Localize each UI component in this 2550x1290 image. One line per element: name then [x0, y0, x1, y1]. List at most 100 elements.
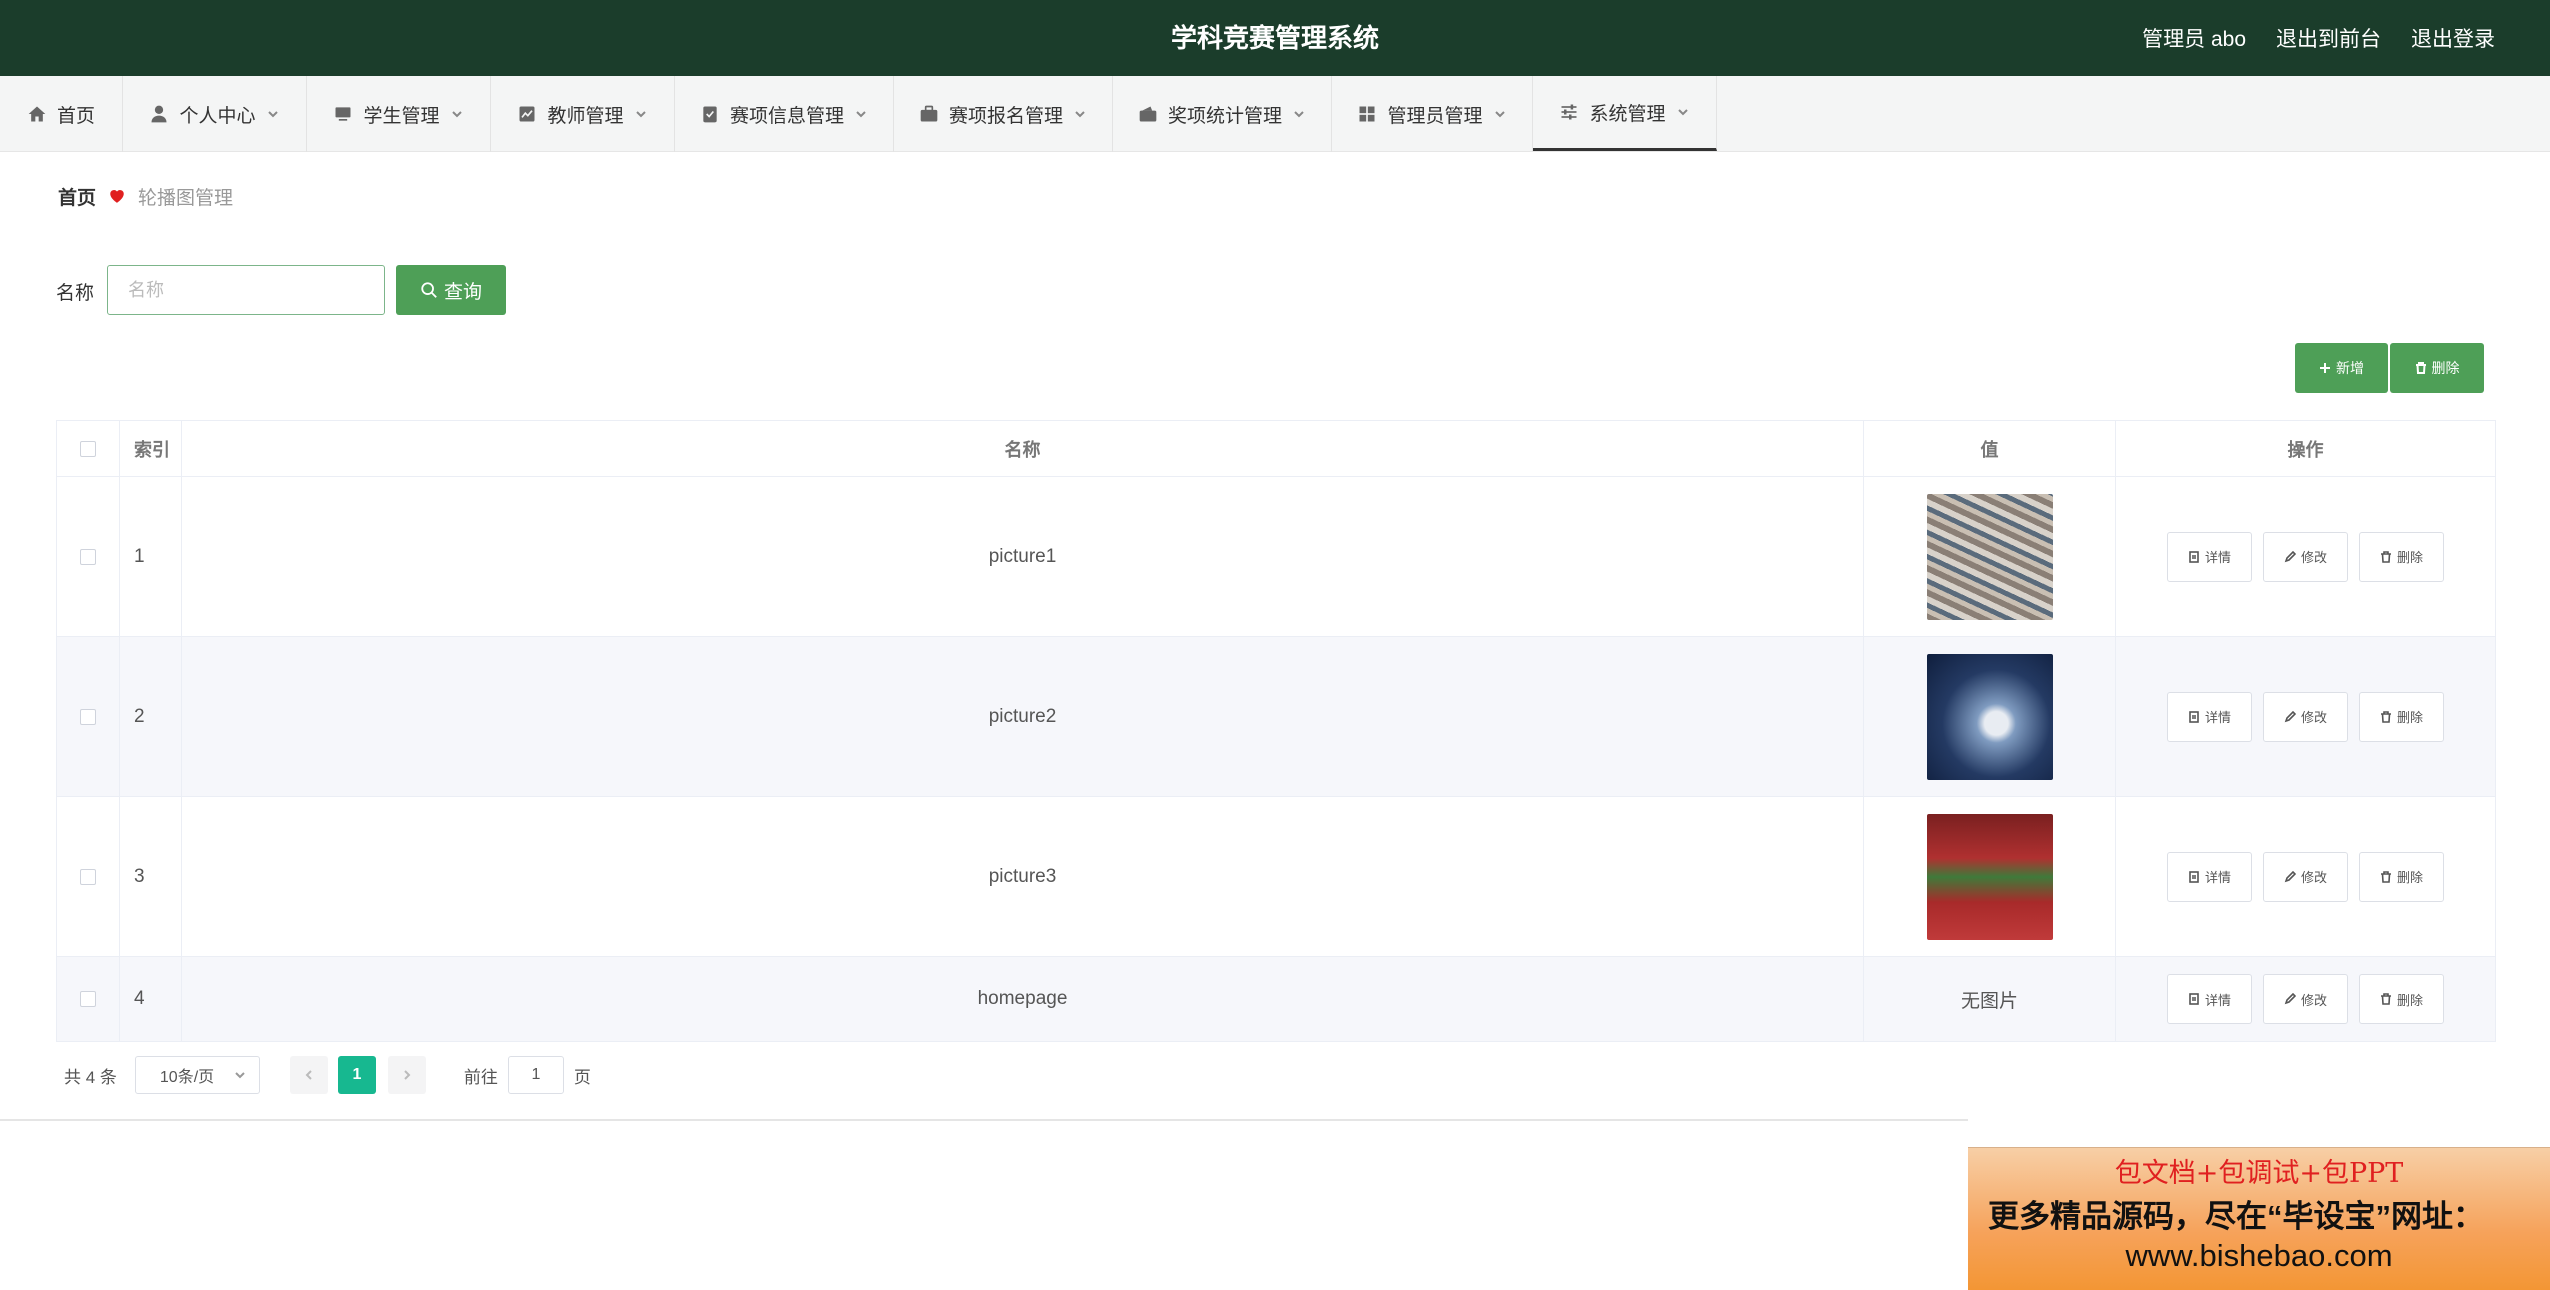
row-index: 2 — [120, 637, 182, 796]
home-icon — [28, 106, 46, 122]
document-icon — [2189, 550, 2199, 563]
select-all-checkbox[interactable] — [80, 440, 96, 457]
column-header-actions: 操作 — [2287, 439, 2324, 460]
search-input[interactable] — [107, 265, 385, 315]
nav-item-home[interactable]: 首页 — [0, 76, 123, 152]
user-icon — [151, 105, 167, 123]
detail-button[interactable]: 详情 — [2167, 691, 2252, 742]
chevron-down-icon — [451, 111, 462, 118]
edit-icon — [2284, 993, 2296, 1005]
row-checkbox[interactable] — [80, 868, 96, 885]
trash-icon — [2380, 710, 2391, 723]
edit-icon — [2284, 710, 2296, 722]
detail-button[interactable]: 详情 — [2167, 851, 2252, 902]
trash-icon — [2380, 993, 2391, 1005]
breadcrumb: 首页 轮播图管理 — [30, 165, 2520, 227]
chevron-down-icon — [1294, 111, 1304, 118]
carousel-thumbnail — [1926, 653, 2053, 780]
trash-icon — [2380, 550, 2391, 563]
chevron-down-icon — [1494, 111, 1505, 118]
current-user: 管理员 abo — [2142, 28, 2246, 51]
row-checkbox[interactable] — [80, 708, 96, 725]
table-row: 1 picture1 详情 修改 删除 — [57, 477, 2495, 637]
nav-item-admin-management[interactable]: 管理员管理 — [1332, 76, 1533, 152]
no-image-text: 无图片 — [1864, 957, 2116, 1041]
row-name: picture1 — [182, 477, 1864, 636]
nav-item-competition-registration[interactable]: 赛项报名管理 — [894, 76, 1113, 152]
chevron-down-icon — [1677, 109, 1688, 116]
content-bottom-divider — [0, 1119, 1968, 1121]
prev-page-button[interactable] — [289, 1056, 328, 1094]
page-suffix: 页 — [573, 1067, 591, 1087]
briefcase-icon — [920, 105, 938, 122]
delete-button[interactable]: 删除 — [2359, 851, 2444, 902]
query-button[interactable]: 查询 — [396, 265, 506, 315]
delete-button[interactable]: 删除 — [2359, 691, 2444, 742]
delete-button[interactable]: 删除 — [2359, 974, 2444, 1024]
clipboard-icon — [703, 106, 717, 123]
chevron-left-icon — [305, 1070, 312, 1080]
table-row: 3 picture3 详情 修改 删除 — [57, 797, 2495, 957]
search-icon — [421, 282, 437, 298]
row-index: 4 — [120, 957, 182, 1041]
trash-icon — [2380, 870, 2391, 883]
table-row: 4 homepage 无图片 详情 修改 删除 — [57, 957, 2495, 1041]
main-nav: 首页 个人中心 学生管理 教师管理 赛项信息管理 赛项报名管理 奖项统计管理 管… — [0, 76, 2550, 152]
column-header-value: 值 — [1864, 421, 2116, 476]
trash-icon — [2415, 362, 2426, 374]
chevron-down-icon — [856, 111, 866, 118]
edit-button[interactable]: 修改 — [2263, 974, 2348, 1024]
breadcrumb-current: 轮播图管理 — [138, 187, 234, 209]
table-row: 2 picture2 详情 修改 删除 — [57, 637, 2495, 797]
edit-button[interactable]: 修改 — [2263, 531, 2348, 582]
next-page-button[interactable] — [387, 1056, 426, 1094]
plus-icon — [2320, 363, 2330, 373]
nav-item-system-management[interactable]: 系统管理 — [1533, 76, 1717, 151]
chart-icon — [519, 106, 535, 122]
page-size-select[interactable]: 10条/页 — [134, 1056, 260, 1094]
edit-button[interactable]: 修改 — [2263, 691, 2348, 742]
delete-button[interactable]: 删除 — [2359, 531, 2444, 582]
logout-link[interactable]: 退出登录 — [2411, 23, 2495, 53]
carousel-thumbnail — [1926, 813, 2053, 940]
heart-icon — [110, 190, 124, 203]
chevron-down-icon — [1075, 111, 1085, 118]
nav-item-teacher-management[interactable]: 教师管理 — [491, 76, 675, 152]
row-index: 1 — [120, 477, 182, 636]
goto-page-input[interactable]: 1 — [507, 1056, 564, 1094]
edit-button[interactable]: 修改 — [2263, 851, 2348, 902]
add-button[interactable]: 新增 — [2295, 343, 2388, 393]
nav-item-personal-center[interactable]: 个人中心 — [123, 76, 307, 152]
edit-icon — [2284, 550, 2296, 562]
chevron-down-icon — [267, 111, 278, 118]
detail-button[interactable]: 详情 — [2167, 974, 2252, 1024]
row-index: 3 — [120, 797, 182, 956]
breadcrumb-home[interactable]: 首页 — [58, 183, 96, 210]
chevron-down-icon — [635, 111, 646, 118]
detail-button[interactable]: 详情 — [2167, 531, 2252, 582]
row-name: homepage — [182, 957, 1864, 1041]
carousel-thumbnail — [1926, 493, 2053, 620]
chevron-down-icon — [235, 1072, 245, 1079]
chevron-right-icon — [404, 1070, 411, 1080]
row-checkbox[interactable] — [80, 548, 96, 565]
sliders-icon — [1561, 104, 1577, 120]
document-icon — [2189, 870, 2199, 883]
promo-banner[interactable]: 包文档+包调试+包PPT 更多精品源码，尽在“毕设宝”网址： www.bishe… — [1968, 1147, 2550, 1290]
promo-line1: 包文档+包调试+包PPT — [2114, 1158, 2404, 1189]
row-checkbox[interactable] — [80, 991, 96, 1007]
promo-url: www.bishebao.com — [2125, 1238, 2393, 1273]
pagination: 共 4 条 10条/页 1 前往 1 页 — [60, 1055, 591, 1095]
edit-icon — [2284, 870, 2296, 882]
column-header-name: 名称 — [182, 421, 1864, 476]
exit-to-front-link[interactable]: 退出到前台 — [2276, 23, 2381, 53]
promo-line2: 更多精品源码，尽在“毕设宝”网址： — [1988, 1199, 2484, 1234]
monitor-icon — [335, 107, 351, 121]
nav-item-student-management[interactable]: 学生管理 — [307, 76, 491, 152]
total-count: 共 4 条 — [64, 1067, 117, 1087]
nav-item-award-statistics[interactable]: 奖项统计管理 — [1113, 76, 1332, 152]
page-number-current[interactable]: 1 — [337, 1056, 376, 1094]
batch-delete-button[interactable]: 删除 — [2390, 343, 2484, 393]
nav-item-competition-info[interactable]: 赛项信息管理 — [675, 76, 894, 152]
goto-label: 前往 — [463, 1067, 498, 1087]
